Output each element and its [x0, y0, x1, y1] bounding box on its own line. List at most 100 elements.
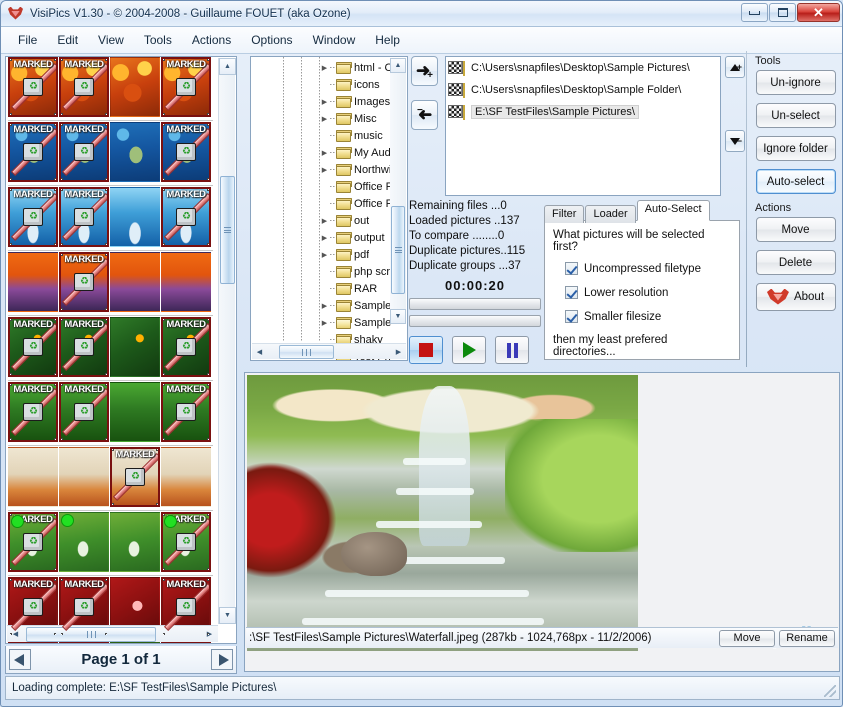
- close-button[interactable]: ✕: [797, 3, 840, 22]
- thumbnail-cell[interactable]: [161, 252, 211, 312]
- preview-move-button[interactable]: Move: [719, 630, 775, 647]
- play-button[interactable]: [452, 336, 486, 364]
- thumbnail-cell[interactable]: [161, 447, 211, 507]
- un-select-button[interactable]: Un-select: [756, 103, 836, 128]
- folder-path-row[interactable]: C:\Users\snapfiles\Desktop\Sample Pictur…: [446, 57, 720, 79]
- thumbnail-cell[interactable]: ♻MARKED: [8, 122, 58, 182]
- thumbnail-cell[interactable]: ♻MARKED: [59, 317, 109, 377]
- thumbnail-cell[interactable]: [110, 382, 160, 442]
- menu-window[interactable]: Window: [304, 30, 365, 50]
- scroll-right-icon[interactable]: ▶: [201, 627, 218, 642]
- scroll-right-icon[interactable]: ▶: [391, 345, 406, 359]
- thumbnail-cell[interactable]: [110, 642, 160, 644]
- thumbnail-cell[interactable]: [110, 57, 160, 117]
- thumbnail-cell[interactable]: ♻MARKED: [59, 642, 109, 644]
- thumbnail-cell[interactable]: ♻MARKED: [59, 252, 109, 312]
- menu-view[interactable]: View: [89, 30, 133, 50]
- option-lower-resolution[interactable]: Lower resolution: [565, 286, 731, 299]
- expand-triangle-icon[interactable]: ▶: [319, 251, 330, 259]
- expand-triangle-icon[interactable]: ▶: [319, 234, 330, 242]
- thumbnail-cell[interactable]: [110, 512, 160, 572]
- tab-loader[interactable]: Loader: [585, 205, 635, 223]
- thumbnail-vertical-scrollbar[interactable]: ▲ ▼: [218, 58, 235, 624]
- scroll-up-icon[interactable]: ▲: [219, 58, 236, 75]
- checkbox-smaller-filesize[interactable]: [565, 310, 578, 323]
- expand-triangle-icon[interactable]: ▶: [319, 149, 330, 157]
- folder-path-row[interactable]: E:\SF TestFiles\Sample Pictures\: [446, 101, 720, 123]
- move-path-down-button[interactable]: −: [725, 130, 745, 152]
- move-button[interactable]: Move: [756, 217, 836, 242]
- folder-path-row[interactable]: C:\Users\snapfiles\Desktop\Sample Folder…: [446, 79, 720, 101]
- tree-scroll-thumb[interactable]: [391, 206, 405, 294]
- thumbnail-cell[interactable]: [110, 317, 160, 377]
- menu-file[interactable]: File: [9, 30, 46, 50]
- option-uncompressed-filetype[interactable]: Uncompressed filetype: [565, 262, 731, 275]
- thumbnail-cell[interactable]: ♻MARKED: [161, 382, 211, 442]
- expand-triangle-icon[interactable]: ▶: [319, 115, 330, 123]
- add-folder-button[interactable]: ➜ +: [411, 56, 438, 86]
- thumbnail-cell[interactable]: ♻MARKED: [8, 382, 58, 442]
- duplicate-thumbnail-panel[interactable]: ♻MARKED♻MARKED♻MARKED♻MARKED♻MARKED♻MARK…: [5, 56, 237, 644]
- thumbnail-cell[interactable]: [59, 512, 109, 572]
- selected-folders-list[interactable]: C:\Users\snapfiles\Desktop\Sample Pictur…: [445, 56, 721, 196]
- thumbnail-cell[interactable]: ♻MARKED: [161, 187, 211, 247]
- tab-auto-select[interactable]: Auto-Select: [637, 200, 710, 221]
- thumbnail-cell[interactable]: [8, 252, 58, 312]
- about-button[interactable]: About: [756, 283, 836, 311]
- menu-tools[interactable]: Tools: [135, 30, 181, 50]
- horizontal-scroll-thumb[interactable]: [26, 627, 156, 642]
- menu-edit[interactable]: Edit: [48, 30, 87, 50]
- thumbnail-cell[interactable]: [110, 252, 160, 312]
- ignore-folder-button[interactable]: Ignore folder: [756, 136, 836, 161]
- tree-vertical-scrollbar[interactable]: ▲ ▼: [390, 58, 406, 324]
- thumbnail-cell[interactable]: ♻MARKED: [8, 512, 58, 572]
- preview-image[interactable]: [247, 375, 638, 651]
- expand-triangle-icon[interactable]: ▶: [319, 302, 330, 310]
- expand-triangle-icon[interactable]: ▶: [319, 217, 330, 225]
- maximize-button[interactable]: [769, 3, 796, 22]
- thumbnail-cell[interactable]: ♻MARKED: [161, 122, 211, 182]
- thumbnail-cell[interactable]: [110, 122, 160, 182]
- vertical-scroll-thumb[interactable]: [220, 176, 235, 284]
- thumbnail-cell[interactable]: ♻MARKED: [161, 512, 211, 572]
- auto-select-button[interactable]: Auto-select: [756, 169, 836, 194]
- scroll-left-icon[interactable]: ◀: [252, 345, 267, 359]
- thumbnail-cell[interactable]: [8, 447, 58, 507]
- thumbnail-cell[interactable]: ♻MARKED: [59, 382, 109, 442]
- pause-button[interactable]: [495, 336, 529, 364]
- thumbnail-cell[interactable]: ♻MARKED: [8, 57, 58, 117]
- thumbnail-cell[interactable]: ♻MARKED: [161, 57, 211, 117]
- thumbnail-cell[interactable]: ♻MARKED: [59, 57, 109, 117]
- tree-hscroll-thumb[interactable]: [279, 345, 334, 359]
- expand-triangle-icon[interactable]: ▶: [319, 319, 330, 327]
- checkbox-lower-resolution[interactable]: [565, 286, 578, 299]
- thumbnail-cell[interactable]: ♻MARKED: [8, 187, 58, 247]
- scroll-down-icon[interactable]: ▼: [390, 309, 406, 324]
- delete-button[interactable]: Delete: [756, 250, 836, 275]
- thumbnail-cell[interactable]: ♻MARKED: [8, 642, 58, 644]
- stop-button[interactable]: [409, 336, 443, 364]
- move-path-up-button[interactable]: +: [725, 56, 745, 78]
- menu-help[interactable]: Help: [366, 30, 409, 50]
- remove-folder-button[interactable]: ➜ −: [411, 100, 438, 130]
- option-smaller-filesize[interactable]: Smaller filesize: [565, 310, 731, 323]
- expand-triangle-icon[interactable]: ▶: [319, 166, 330, 174]
- thumbnail-cell[interactable]: ♻MARKED: [161, 642, 211, 644]
- thumbnail-cell[interactable]: ♻MARKED: [110, 447, 160, 507]
- resize-grip-icon[interactable]: [824, 685, 836, 697]
- thumbnail-cell[interactable]: ♻MARKED: [59, 187, 109, 247]
- minimize-button[interactable]: [741, 3, 768, 22]
- preview-rename-button[interactable]: Rename: [779, 630, 835, 647]
- checkbox-uncompressed-filetype[interactable]: [565, 262, 578, 275]
- thumbnail-cell[interactable]: ♻MARKED: [8, 317, 58, 377]
- thumbnail-cell[interactable]: ♻MARKED: [59, 122, 109, 182]
- thumbnail-cell[interactable]: [110, 187, 160, 247]
- previous-page-icon[interactable]: [9, 649, 31, 670]
- expand-triangle-icon[interactable]: ▶: [319, 98, 330, 106]
- scroll-up-icon[interactable]: ▲: [390, 58, 406, 73]
- expand-triangle-icon[interactable]: ▶: [319, 64, 330, 72]
- thumbnail-cell[interactable]: [59, 447, 109, 507]
- un-ignore-button[interactable]: Un-ignore: [756, 70, 836, 95]
- folder-tree-panel[interactable]: ▶html - Coicons▶Images▶Miscmusic▶My Audi…: [250, 56, 408, 361]
- next-page-icon[interactable]: [211, 649, 233, 670]
